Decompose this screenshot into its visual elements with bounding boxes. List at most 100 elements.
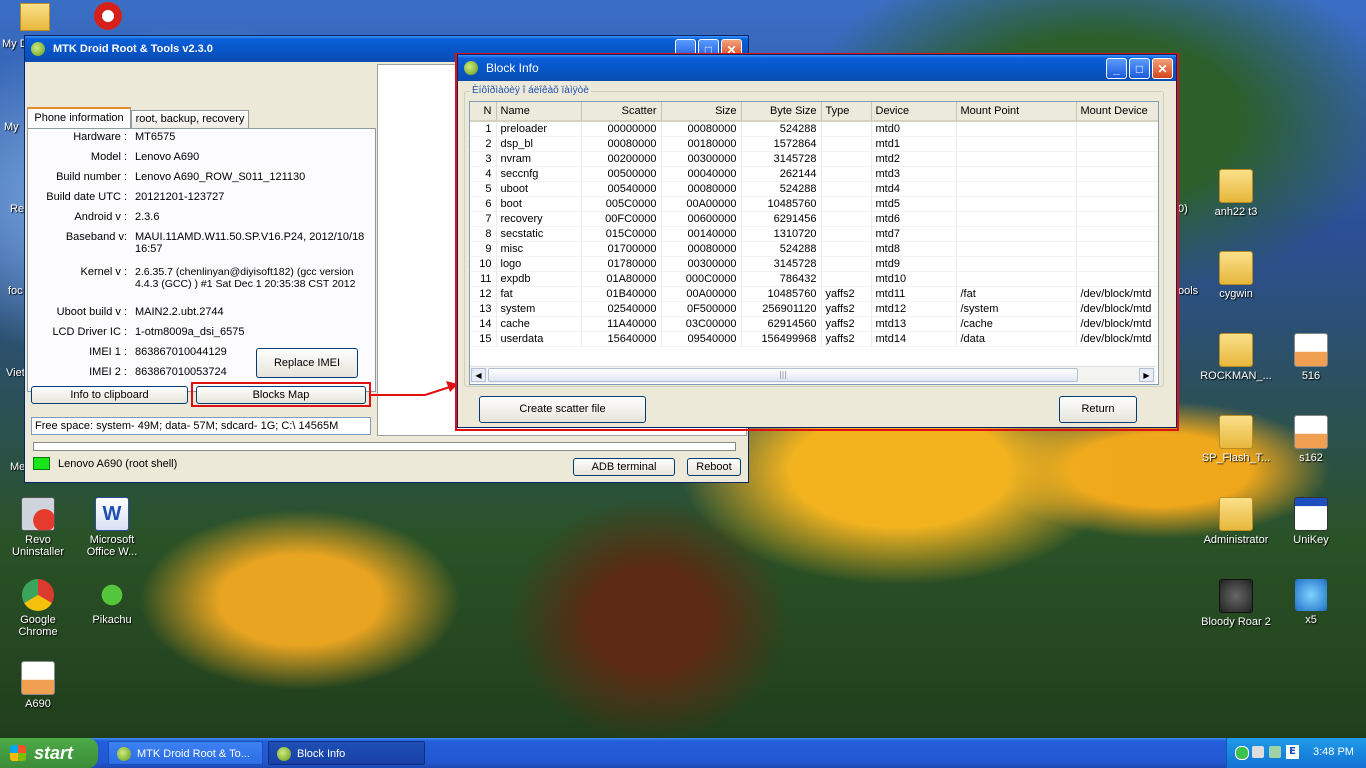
ccleaner-icon	[94, 2, 122, 30]
desktop-icon-spflash[interactable]: SP_Flash_T...	[1198, 415, 1274, 464]
table-row[interactable]: 6 boot 005C0000 00A00000 10485760 mtd5	[470, 196, 1158, 212]
table-row[interactable]: 15 userdata 15640000 09540000 156499968 yaffs…	[470, 331, 1158, 347]
desktop-icon-516[interactable]: 516	[1273, 333, 1349, 382]
column-header[interactable]: Size	[661, 102, 742, 122]
table-row[interactable]: 7 recovery 00FC0000 00600000 6291456 mtd6	[470, 211, 1158, 227]
create-scatter-file-button[interactable]: Create scatter file	[479, 396, 646, 423]
table-cell: mtd8	[871, 241, 957, 257]
column-header[interactable]: Name	[496, 102, 582, 122]
table-row[interactable]: 13 system 02540000 0F500000 256901120 yaffs2 m…	[470, 301, 1158, 317]
desktop-icon-unikey[interactable]: UniKey	[1273, 497, 1349, 546]
tab-root-backup-recovery[interactable]: root, backup, recovery	[131, 110, 249, 129]
table-cell	[821, 196, 872, 212]
taskbar-item-mtk[interactable]: MTK Droid Root & To...	[108, 741, 263, 765]
tab-phone-information[interactable]: Phone information	[27, 107, 131, 130]
desktop-icon-s162[interactable]: s162	[1273, 415, 1349, 464]
desktop-icon-bloodyroar[interactable]: Bloody Roar 2	[1198, 579, 1274, 628]
table-cell: 00200000	[581, 151, 662, 167]
table-cell	[1076, 241, 1158, 257]
reboot-button[interactable]: Reboot	[687, 458, 741, 476]
info-to-clipboard-button[interactable]: Info to clipboard	[31, 386, 188, 404]
desktop-icon-chrome[interactable]: Google Chrome	[0, 579, 76, 638]
desktop-icon-partial[interactable]	[94, 2, 122, 32]
replace-imei-button[interactable]: Replace IMEI	[256, 348, 358, 378]
table-row[interactable]: 1 preloader 00000000 00080000 524288 mtd0	[470, 121, 1158, 137]
windows-logo-icon	[10, 745, 26, 761]
column-header[interactable]: Mount Device	[1076, 102, 1158, 122]
maximize-button[interactable]: □	[1129, 58, 1150, 79]
desktop-icon-pikachu[interactable]: Pikachu	[74, 579, 150, 626]
column-header[interactable]: Byte Size	[741, 102, 822, 122]
table-row[interactable]: 5 uboot 00540000 00080000 524288 mtd4	[470, 181, 1158, 197]
desktop-icon-partial[interactable]	[20, 3, 50, 31]
taskbar-item-label: Block Info	[297, 748, 346, 760]
block-table-container[interactable]: N Name Scatter Size Byte Size Type Devic…	[469, 101, 1159, 385]
close-button[interactable]: ✕	[1152, 58, 1173, 79]
start-button[interactable]: start	[0, 738, 98, 768]
table-cell: mtd1	[871, 136, 957, 152]
table-cell: 7	[470, 211, 497, 227]
table-row[interactable]: 10 logo 01780000 00300000 3145728 mtd9	[470, 256, 1158, 272]
block-info-titlebar[interactable]: Block Info _ □ ✕	[458, 55, 1176, 81]
table-cell: mtd4	[871, 181, 957, 197]
desktop-icon-x5[interactable]: x5	[1273, 579, 1349, 626]
column-header[interactable]: Type	[821, 102, 872, 122]
adb-terminal-button[interactable]: ADB terminal	[573, 458, 675, 476]
table-cell: 524288	[741, 181, 822, 197]
speaker-icon[interactable]	[1252, 746, 1264, 758]
scroll-left-button[interactable]: ◀	[471, 368, 486, 382]
table-cell	[821, 211, 872, 227]
table-row[interactable]: 9 misc 01700000 00080000 524288 mtd8	[470, 241, 1158, 257]
scroll-right-button[interactable]: ▶	[1139, 368, 1154, 382]
table-cell: mtd14	[871, 331, 957, 347]
table-row[interactable]: 2 dsp_bl 00080000 00180000 1572864 mtd1	[470, 136, 1158, 152]
table-row[interactable]: 12 fat 01B40000 00A00000 10485760 yaffs2 mtd11…	[470, 286, 1158, 302]
horizontal-scrollbar[interactable]: ◀ ||| ▶	[470, 366, 1156, 383]
app-icon	[464, 61, 478, 75]
table-cell: dsp_bl	[496, 136, 582, 152]
column-header[interactable]: N	[470, 102, 497, 122]
desktop-label-partial: ools	[1178, 285, 1199, 297]
desktop-icon-revo[interactable]: Revo Uninstaller	[0, 497, 76, 558]
desktop-label-partial: Me	[10, 461, 26, 473]
table-cell: /dev/block/mtd	[1076, 301, 1158, 317]
minimize-button[interactable]: _	[1106, 58, 1127, 79]
table-cell: 6	[470, 196, 497, 212]
table-cell: 3	[470, 151, 497, 167]
table-cell: 00500000	[581, 166, 662, 182]
table-cell: /system	[956, 301, 1077, 317]
table-cell	[821, 271, 872, 287]
column-header[interactable]: Mount Point	[956, 102, 1077, 122]
desktop-icon-administrator[interactable]: Administrator	[1198, 497, 1274, 546]
return-button[interactable]: Return	[1059, 396, 1137, 423]
model-value: Lenovo A690	[135, 151, 200, 163]
unikey-tray-icon[interactable]: E	[1286, 745, 1299, 759]
file-icon	[1294, 333, 1328, 367]
desktop-icon-rockman[interactable]: ROCKMAN_...	[1198, 333, 1274, 382]
column-header[interactable]: Scatter	[581, 102, 662, 122]
tray-icon[interactable]	[1269, 746, 1281, 758]
table-row[interactable]: 8 secstatic 015C0000 00140000 1310720 mtd7	[470, 226, 1158, 242]
desktop-icon-a690[interactable]: A690	[0, 661, 76, 710]
uboot-label: Uboot build v :	[56, 306, 127, 318]
table-cell	[1076, 151, 1158, 167]
desktop-icon-word[interactable]: W Microsoft Office W...	[74, 497, 150, 558]
table-cell	[821, 121, 872, 137]
scroll-thumb[interactable]: |||	[488, 368, 1078, 382]
desktop-icon-label: x5	[1305, 614, 1317, 626]
table-cell: fat	[496, 286, 582, 302]
table-row[interactable]: 3 nvram 00200000 00300000 3145728 mtd2	[470, 151, 1158, 167]
table-cell: /dev/block/mtd	[1076, 331, 1158, 347]
table-row[interactable]: 11 expdb 01A80000 000C0000 786432 mtd10	[470, 271, 1158, 287]
android-version-label: Android v :	[74, 211, 127, 223]
network-icon[interactable]	[1235, 746, 1249, 760]
table-cell: mtd9	[871, 256, 957, 272]
table-row[interactable]: 4 seccnfg 00500000 00040000 262144 mtd3	[470, 166, 1158, 182]
blocks-map-button[interactable]: Blocks Map	[196, 386, 366, 404]
column-header[interactable]: Device	[871, 102, 957, 122]
clock[interactable]: 3:48 PM	[1313, 746, 1354, 758]
desktop-icon-cygwin[interactable]: cygwin	[1198, 251, 1274, 300]
table-row[interactable]: 14 cache 11A40000 03C00000 62914560 yaffs2 mtd…	[470, 316, 1158, 332]
taskbar-item-block-info[interactable]: Block Info	[268, 741, 425, 765]
desktop-icon-anh22[interactable]: anh22 t3	[1198, 169, 1274, 218]
